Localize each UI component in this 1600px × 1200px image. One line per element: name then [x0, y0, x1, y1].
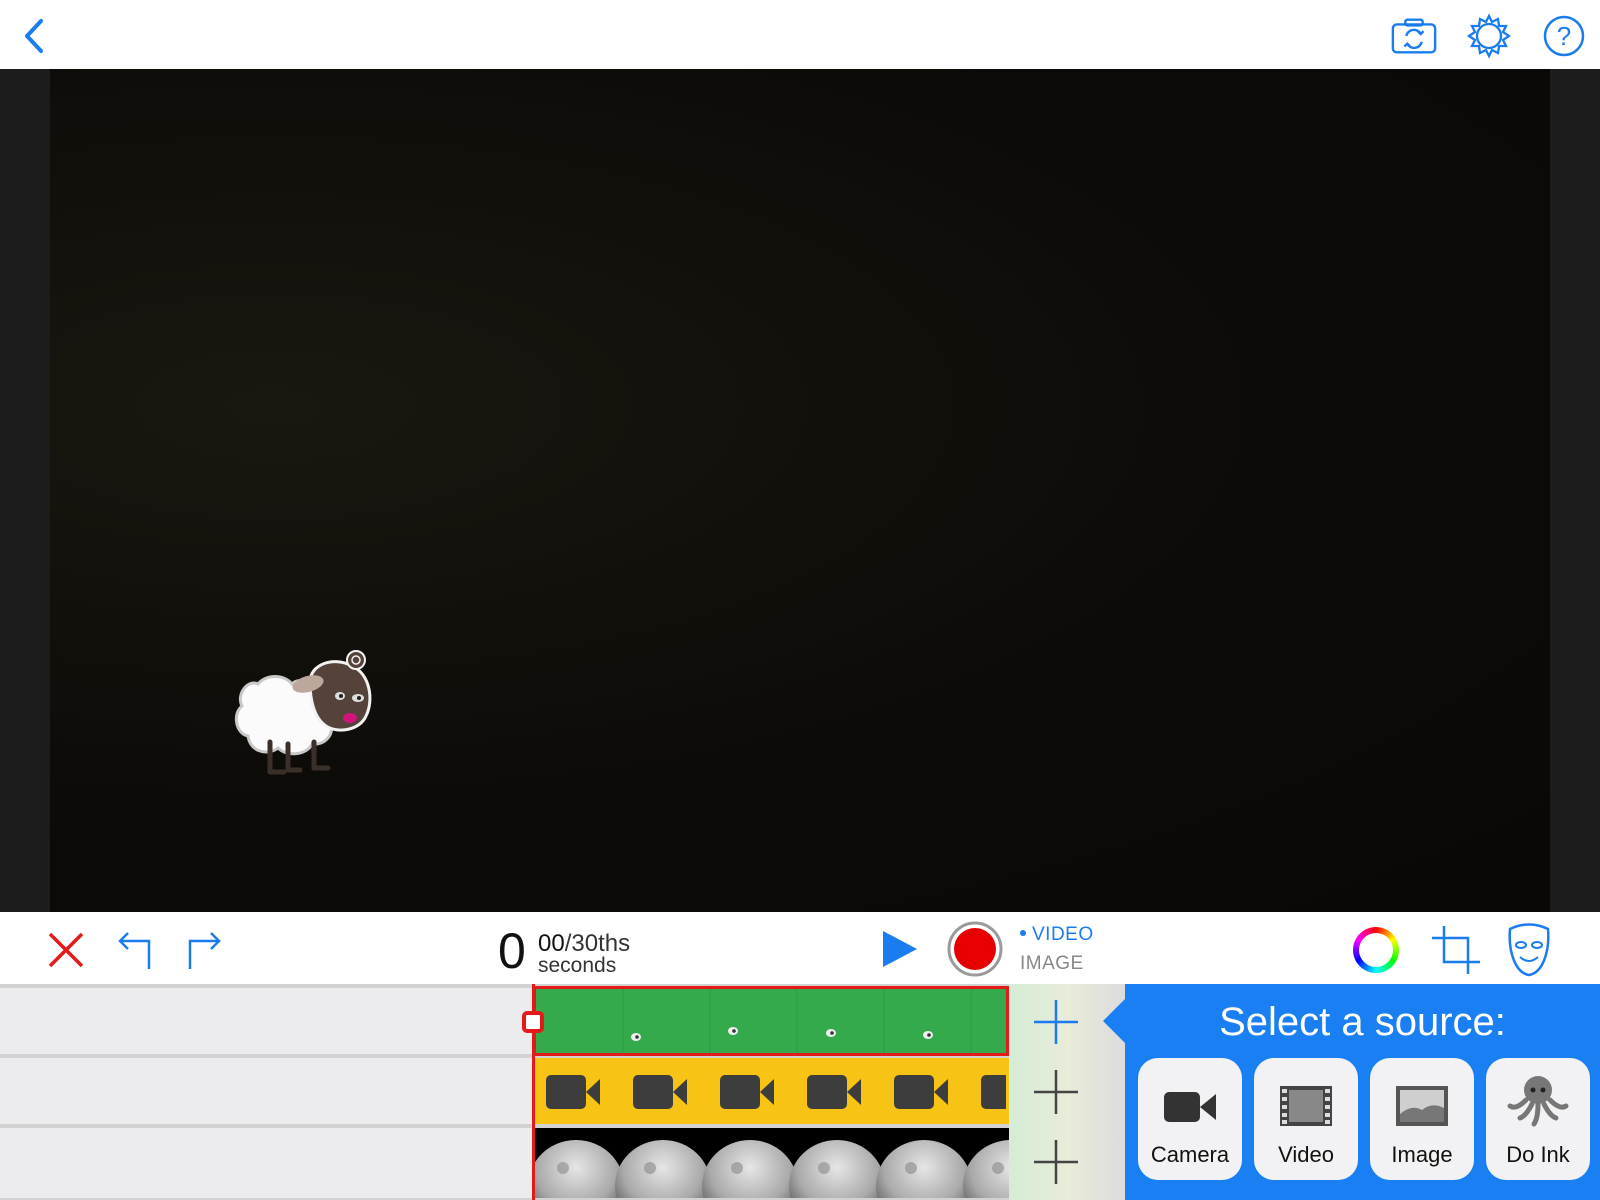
- undo-icon: [118, 932, 151, 969]
- image-icon: [1396, 1086, 1448, 1126]
- time-frames: 00/30ths: [538, 932, 630, 956]
- time-frames-value: 00: [538, 930, 565, 957]
- source-title: Select a source:: [1219, 1000, 1506, 1044]
- record-icon: [947, 921, 1003, 977]
- video-clip[interactable]: [533, 1058, 1009, 1124]
- track-label-1[interactable]: [0, 988, 533, 1054]
- source-video-label: Video: [1278, 1142, 1334, 1167]
- mode-video-label: VIDEO: [1032, 924, 1094, 945]
- source-video-button[interactable]: Video: [1254, 1058, 1358, 1180]
- source-doink-button[interactable]: Do Ink: [1486, 1058, 1590, 1180]
- top-bar: ?: [0, 0, 1600, 69]
- add-track-2-button[interactable]: [1030, 1066, 1082, 1118]
- redo-icon: [188, 932, 221, 969]
- source-camera-button[interactable]: Camera: [1138, 1058, 1242, 1180]
- video-preview[interactable]: [50, 69, 1550, 912]
- add-track-1-button[interactable]: [1030, 996, 1082, 1048]
- video-camera-icon: [1164, 1092, 1216, 1122]
- video-clip-frames: [546, 1075, 1006, 1109]
- selected-dot: [1020, 929, 1026, 936]
- close-icon: [48, 932, 84, 968]
- source-image-button[interactable]: Image: [1370, 1058, 1474, 1180]
- track-label-2[interactable]: [0, 1058, 533, 1124]
- green-screen-clip[interactable]: [533, 986, 1009, 1056]
- settings-button[interactable]: [1465, 12, 1513, 60]
- source-camera-label: Camera: [1150, 1142, 1230, 1167]
- help-button[interactable]: ?: [1540, 12, 1588, 60]
- mask-button[interactable]: [1504, 922, 1554, 978]
- preview-area: [0, 69, 1600, 912]
- switch-camera-button[interactable]: [1390, 12, 1438, 60]
- mode-video[interactable]: VIDEO: [1020, 924, 1094, 946]
- plus-icon: [1034, 1140, 1078, 1184]
- time-unit: seconds: [538, 954, 617, 977]
- playhead-handle[interactable]: [522, 1011, 544, 1033]
- mask-icon: [1508, 923, 1550, 977]
- delete-button[interactable]: [44, 928, 88, 972]
- time-fraction-label: /30ths: [564, 930, 631, 957]
- color-button[interactable]: [1350, 924, 1402, 976]
- track-label-3[interactable]: [0, 1128, 533, 1198]
- play-button[interactable]: [876, 928, 924, 970]
- camera-switch-icon: [1391, 18, 1437, 54]
- plus-icon: [1034, 1070, 1078, 1114]
- back-button[interactable]: [10, 12, 58, 60]
- help-icon: ?: [1543, 15, 1585, 57]
- film-strip-icon: [1280, 1086, 1332, 1126]
- time-seconds: 0: [498, 923, 526, 979]
- source-doink-label: Do Ink: [1506, 1142, 1570, 1167]
- crop-icon: [1432, 926, 1480, 974]
- add-track-3-button[interactable]: [1030, 1136, 1082, 1188]
- gear-icon: [1466, 13, 1512, 59]
- color-wheel-icon: [1353, 927, 1399, 973]
- moon-clip-frames: [533, 1140, 1009, 1198]
- mode-image[interactable]: IMAGE: [1020, 953, 1084, 975]
- green-clip-frames: [622, 989, 972, 1053]
- redo-button[interactable]: [182, 926, 226, 972]
- octopus-icon: [1507, 1076, 1569, 1127]
- undo-button[interactable]: [113, 926, 157, 972]
- source-popover-arrow: [1103, 999, 1125, 1043]
- record-button[interactable]: [946, 920, 1004, 978]
- chevron-left-icon: [25, 19, 43, 53]
- crop-button[interactable]: [1428, 922, 1484, 978]
- background-image-clip[interactable]: [533, 1128, 1009, 1198]
- source-image-label: Image: [1391, 1142, 1453, 1167]
- plus-icon: [1034, 1000, 1078, 1044]
- svg-text:?: ?: [1557, 21, 1571, 51]
- sheep-sticker[interactable]: [228, 644, 388, 784]
- play-icon: [883, 931, 917, 967]
